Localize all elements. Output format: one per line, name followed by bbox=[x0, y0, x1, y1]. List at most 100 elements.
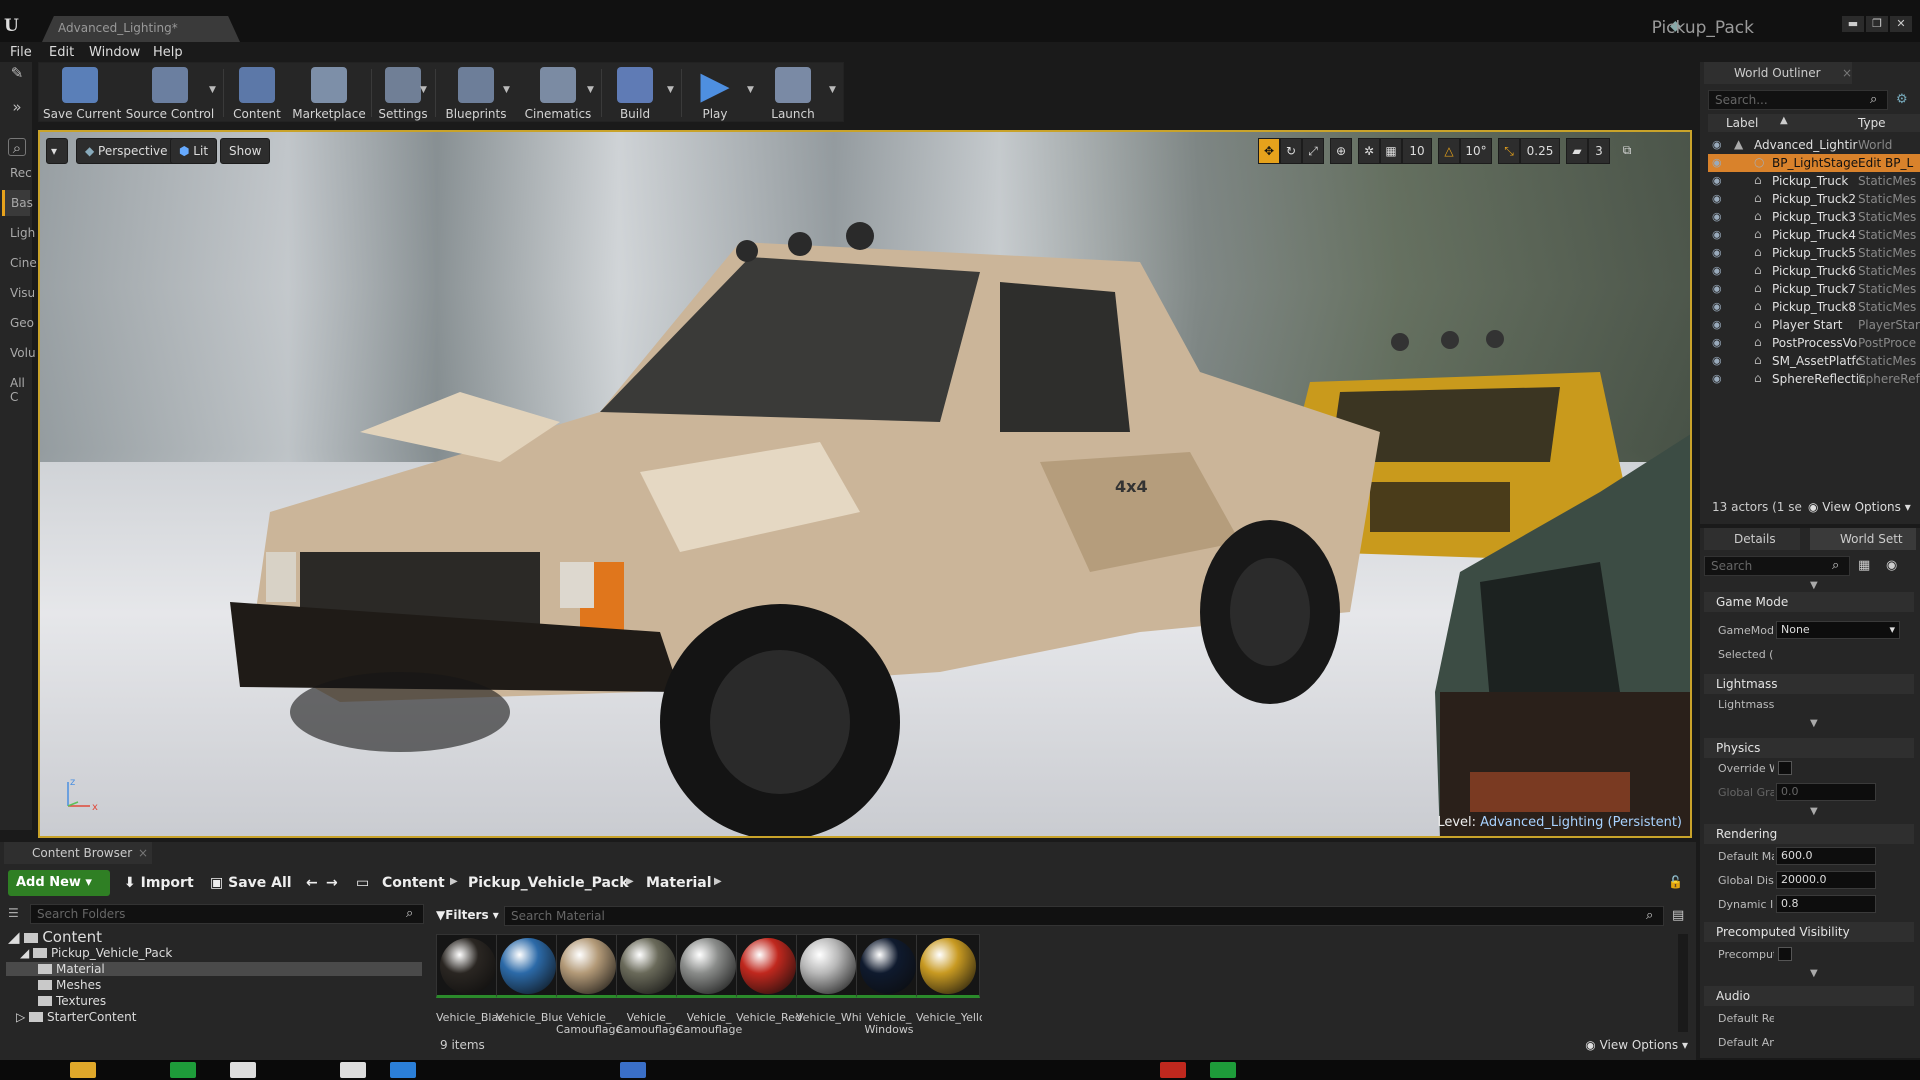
visibility-eye-icon[interactable]: ◉ bbox=[1712, 318, 1722, 331]
menu-file[interactable]: File bbox=[10, 45, 32, 60]
blueprints-dropdown-icon[interactable]: ▼ bbox=[503, 85, 510, 95]
material-asset-tile[interactable]: Vehicle_White bbox=[796, 934, 862, 1038]
expand-more-icon[interactable]: ▼ bbox=[1810, 968, 1818, 979]
level-viewport[interactable]: 4x4 ▾ ◆ Perspective ⬢ Lit Show ✥ ↻ ⤢ ⊕ ✲… bbox=[38, 130, 1692, 838]
outliner-row[interactable]: ◉ ⌂ Pickup_Truck2 StaticMes bbox=[1708, 190, 1920, 208]
launch-button[interactable]: Launch bbox=[763, 63, 823, 123]
expand-more-icon[interactable]: ▼ bbox=[1810, 718, 1818, 729]
camera-speed-value[interactable]: 3 bbox=[1588, 138, 1610, 164]
scale-snap-value[interactable]: 0.25 bbox=[1520, 138, 1560, 164]
material-asset-tile[interactable]: Vehicle_ Camouflage_ bbox=[556, 934, 622, 1038]
translate-icon[interactable]: ✥ bbox=[1258, 138, 1280, 164]
show-button[interactable]: Show bbox=[220, 138, 271, 164]
content-button[interactable]: Content bbox=[229, 63, 285, 123]
file-explorer-icon[interactable] bbox=[70, 1062, 96, 1078]
details-search-input[interactable]: Search bbox=[1704, 556, 1850, 576]
visibility-eye-icon[interactable]: ◉ bbox=[1712, 192, 1722, 205]
breadcrumb-content[interactable]: Content bbox=[382, 875, 445, 891]
mode-tab-basic[interactable]: Bas bbox=[2, 190, 33, 216]
menu-window[interactable]: Window bbox=[89, 45, 140, 60]
expand-more-icon[interactable]: ▼ bbox=[1810, 806, 1818, 817]
settings-dropdown-icon[interactable]: ▼ bbox=[420, 85, 427, 95]
tree-item-pickup-vehicle-pack[interactable]: ◢ Pickup_Vehicle_Pack bbox=[20, 946, 172, 960]
tree-item-textures[interactable]: Textures bbox=[38, 994, 106, 1008]
default-max-distance-field[interactable]: 600.0 bbox=[1776, 847, 1876, 865]
outliner-settings-icon[interactable]: ⚙ bbox=[1896, 92, 1912, 108]
app-icon[interactable] bbox=[230, 1062, 256, 1078]
physics-section[interactable]: Physics bbox=[1704, 738, 1914, 758]
outliner-row[interactable]: ◉ ○ BP_LightStage Edit BP_L bbox=[1708, 154, 1920, 172]
mode-tab-visual-effects[interactable]: Visu bbox=[2, 280, 35, 306]
visibility-eye-icon[interactable]: ◉ bbox=[1712, 354, 1722, 367]
default-ambient-prop[interactable]: Default Am bbox=[1704, 1036, 1774, 1049]
grid-snap-icon[interactable]: ▦ bbox=[1380, 138, 1402, 164]
surface-snap-icon[interactable]: ✲ bbox=[1358, 138, 1380, 164]
close-tab-icon[interactable]: × bbox=[138, 846, 148, 860]
visibility-eye-icon[interactable]: ◉ bbox=[1712, 264, 1722, 277]
search-icon[interactable]: ⌕ bbox=[8, 138, 26, 157]
perspective-button[interactable]: ◆ Perspective bbox=[76, 138, 177, 164]
rotation-snap-value[interactable]: 10° bbox=[1460, 138, 1492, 164]
add-new-button[interactable]: Add New ▾ bbox=[8, 870, 110, 896]
outliner-row[interactable]: ◉ ⌂ PostProcessVo PostProce bbox=[1708, 334, 1920, 352]
material-asset-tile[interactable]: Vehicle_Black bbox=[436, 934, 502, 1038]
close-tab-icon[interactable]: × bbox=[1842, 66, 1852, 80]
asset-scrollbar[interactable] bbox=[1678, 934, 1688, 1032]
cinematics-dropdown-icon[interactable]: ▼ bbox=[587, 85, 594, 95]
mode-tab-geometry[interactable]: Geo bbox=[2, 310, 34, 336]
app-icon[interactable] bbox=[1160, 1062, 1186, 1078]
search-material-input[interactable]: Search Material bbox=[504, 906, 1664, 926]
rotate-icon[interactable]: ↻ bbox=[1280, 138, 1302, 164]
filters-button[interactable]: ▼Filters ▾ bbox=[436, 908, 499, 922]
default-reverb-prop[interactable]: Default Re bbox=[1704, 1012, 1774, 1025]
world-outliner-tab[interactable]: World Outliner × bbox=[1704, 62, 1852, 84]
outliner-view-options-button[interactable]: ◉ View Options ▾ bbox=[1808, 500, 1911, 514]
place-mode-icon[interactable]: ✎ bbox=[8, 64, 26, 82]
visibility-eye-icon[interactable]: ◉ bbox=[1712, 282, 1722, 295]
outliner-row[interactable]: ◉ ▲ Advanced_Lightir World bbox=[1708, 136, 1920, 154]
outliner-row[interactable]: ◉ ⌂ Pickup_Truck6 StaticMes bbox=[1708, 262, 1920, 280]
cinematics-button[interactable]: Cinematics bbox=[521, 63, 595, 123]
grid-snap-value[interactable]: 10 bbox=[1402, 138, 1432, 164]
visibility-eye-icon[interactable]: ◉ bbox=[1712, 138, 1722, 151]
visibility-eye-icon[interactable]: ◉ bbox=[1712, 246, 1722, 259]
restore-button[interactable]: ❐ bbox=[1866, 16, 1888, 32]
rotation-snap-icon[interactable]: △ bbox=[1438, 138, 1460, 164]
search-folders-input[interactable]: Search Folders bbox=[30, 904, 424, 924]
outliner-row[interactable]: ◉ ⌂ Player Start PlayerStar bbox=[1708, 316, 1920, 334]
rendering-section[interactable]: Rendering bbox=[1704, 824, 1914, 844]
label-column-header[interactable]: Label bbox=[1726, 116, 1758, 130]
breadcrumb-material[interactable]: Material bbox=[646, 875, 712, 891]
menu-edit[interactable]: Edit bbox=[49, 45, 74, 60]
camera-speed-icon[interactable]: ▰ bbox=[1566, 138, 1588, 164]
maximize-viewport-icon[interactable]: ⧉ bbox=[1616, 138, 1638, 164]
build-button[interactable]: Build bbox=[607, 63, 663, 123]
source-control-button[interactable]: Source Control bbox=[125, 63, 215, 123]
visibility-eye-icon[interactable]: ◉ bbox=[1712, 174, 1722, 187]
content-browser-tab[interactable]: Content Browser × bbox=[4, 842, 152, 864]
outliner-row[interactable]: ◉ ⌂ Pickup_Truck7 StaticMes bbox=[1708, 280, 1920, 298]
import-button[interactable]: ⬇ Import bbox=[124, 875, 194, 891]
outliner-row[interactable]: ◉ ⌂ Pickup_Truck3 StaticMes bbox=[1708, 208, 1920, 226]
property-matrix-icon[interactable]: ▦ bbox=[1858, 558, 1874, 574]
tree-item-meshes[interactable]: Meshes bbox=[38, 978, 101, 992]
content-view-options-button[interactable]: ◉ View Options ▾ bbox=[1585, 1038, 1688, 1052]
app-icon[interactable] bbox=[620, 1062, 646, 1078]
outliner-search-input[interactable]: Search... bbox=[1708, 90, 1888, 110]
scale-icon[interactable]: ⤢ bbox=[1302, 138, 1324, 164]
game-mode-dropdown[interactable]: None ▾ bbox=[1776, 621, 1900, 639]
app-icon[interactable] bbox=[1210, 1062, 1236, 1078]
visibility-eye-icon[interactable]: ◉ bbox=[1712, 300, 1722, 313]
scale-snap-icon[interactable]: ⤡ bbox=[1498, 138, 1520, 164]
expand-modes-icon[interactable]: » bbox=[8, 98, 26, 116]
outliner-row[interactable]: ◉ ⌂ Pickup_Truck8 StaticMes bbox=[1708, 298, 1920, 316]
document-tab[interactable]: Advanced_Lighting* bbox=[42, 16, 240, 42]
material-asset-tile[interactable]: Vehicle_ Camouflage_ bbox=[676, 934, 742, 1038]
visibility-eye-icon[interactable]: ◉ bbox=[1712, 210, 1722, 223]
close-button[interactable]: ✕ bbox=[1890, 16, 1912, 32]
material-asset-tile[interactable]: Vehicle_ Windows bbox=[856, 934, 922, 1038]
visibility-eye-icon[interactable]: ◉ bbox=[1712, 156, 1722, 169]
audio-section[interactable]: Audio bbox=[1704, 986, 1914, 1006]
lock-icon[interactable]: 🔓 bbox=[1668, 875, 1683, 889]
launch-dropdown-icon[interactable]: ▼ bbox=[829, 85, 836, 95]
